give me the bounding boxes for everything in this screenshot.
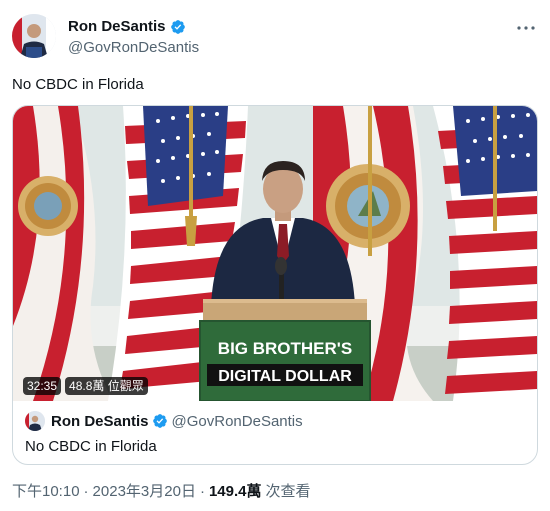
author-names: Ron DeSantis @GovRonDeSantis [68, 18, 199, 57]
meta-separator: · [199, 483, 205, 500]
quoted-tweet-body: Ron DeSantis @GovRonDeSantis No CBDC in … [25, 411, 525, 457]
quoted-author-display-name[interactable]: Ron DeSantis [51, 413, 149, 430]
quoted-author-handle[interactable]: @GovRonDeSantis [172, 413, 303, 430]
podium: BIG BROTHER'S DIGITAL DOLLAR [199, 299, 371, 401]
tweet-time[interactable]: 下午10:10 [12, 482, 80, 502]
author-display-name[interactable]: Ron DeSantis [68, 18, 199, 36]
meta-separator: · [83, 483, 89, 500]
video-view-count: 48.8萬 位觀眾 [65, 377, 148, 395]
podium-sign-line1: BIG BROTHER'S [218, 339, 352, 358]
verified-badge-icon [170, 20, 185, 34]
author-handle[interactable]: @GovRonDeSantis [68, 39, 199, 57]
quoted-tweet-header: Ron DeSantis @GovRonDeSantis [25, 411, 525, 431]
tweet-date[interactable]: 2023年3月20日 [93, 482, 196, 502]
quoted-tweet-text: No CBDC in Florida [25, 438, 157, 455]
tweet-header: Ron DeSantis @GovRonDeSantis [12, 12, 538, 60]
views-count: 149.4萬 [208, 483, 262, 500]
tweet-meta: 下午10:10 · 2023年3月20日 · 149.4萬 次查看 [12, 482, 311, 502]
tweet-text: No CBDC in Florida [12, 76, 144, 93]
quoted-verified-badge-icon [152, 414, 167, 428]
more-options-icon[interactable] [514, 18, 538, 38]
author-avatar[interactable] [12, 14, 56, 58]
video-thumbnail: BIG BROTHER'S DIGITAL DOLLAR [13, 106, 537, 401]
podium-sign-line2: DIGITAL DOLLAR [218, 368, 352, 385]
video-player[interactable]: BIG BROTHER'S DIGITAL DOLLAR 32:35 48.8萬… [13, 106, 537, 401]
video-duration: 32:35 [23, 377, 62, 395]
quoted-tweet-card[interactable]: BIG BROTHER'S DIGITAL DOLLAR 32:35 48.8萬… [12, 105, 538, 465]
quoted-author-avatar[interactable] [25, 411, 45, 431]
views-label: 次查看 [265, 483, 311, 500]
video-badges: 32:35 48.8萬 位觀眾 [23, 377, 148, 395]
